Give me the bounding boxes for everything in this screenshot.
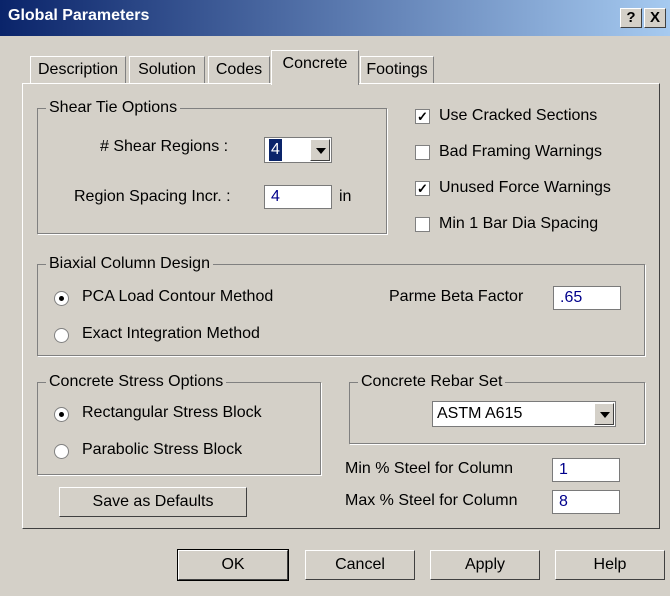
shear-tie-group: Shear Tie Options # Shear Regions : 4 Re… — [37, 99, 387, 234]
max-steel-label: Max % Steel for Column — [345, 492, 518, 509]
ok-button[interactable]: OK — [177, 549, 289, 581]
shear-tie-legend: Shear Tie Options — [46, 99, 181, 117]
unused-force-warnings-checkbox[interactable]: ✓ — [415, 181, 430, 196]
tab-description[interactable]: Description — [30, 56, 126, 83]
tab-solution[interactable]: Solution — [129, 56, 205, 83]
use-cracked-sections-label: Use Cracked Sections — [439, 107, 598, 124]
min-steel-label: Min % Steel for Column — [345, 460, 514, 477]
beta-factor-input[interactable]: .65 — [553, 286, 621, 310]
close-icon[interactable]: X — [644, 8, 666, 28]
pca-method-label: PCA Load Contour Method — [82, 288, 274, 305]
exact-method-radio[interactable] — [54, 328, 69, 343]
min-bar-dia-spacing-label: Min 1 Bar Dia Spacing — [439, 215, 599, 232]
pca-method-radio[interactable] — [54, 291, 69, 306]
shear-regions-select[interactable]: 4 — [264, 137, 332, 163]
shear-regions-label: # Shear Regions : — [100, 138, 229, 155]
tab-codes[interactable]: Codes — [208, 56, 270, 83]
use-cracked-sections-checkbox[interactable]: ✓ — [415, 109, 430, 124]
stress-group: Concrete Stress Options Rectangular Stre… — [37, 373, 321, 475]
chevron-down-icon[interactable] — [594, 403, 614, 425]
concrete-tab-panel: Shear Tie Options # Shear Regions : 4 Re… — [22, 83, 660, 529]
exact-method-label: Exact Integration Method — [82, 325, 260, 342]
rectangular-stress-label: Rectangular Stress Block — [82, 404, 262, 421]
rectangular-stress-radio[interactable] — [54, 407, 69, 422]
bad-framing-warnings-checkbox[interactable] — [415, 145, 430, 160]
save-defaults-button[interactable]: Save as Defaults — [59, 487, 247, 517]
rebar-legend: Concrete Rebar Set — [358, 373, 506, 391]
min-steel-input[interactable]: 1 — [552, 458, 620, 482]
tab-footings[interactable]: Footings — [360, 56, 434, 83]
min-bar-dia-spacing-checkbox[interactable] — [415, 217, 430, 232]
parabolic-stress-radio[interactable] — [54, 444, 69, 459]
region-spacing-label: Region Spacing Incr. : — [74, 188, 231, 205]
help-button[interactable]: Help — [555, 550, 665, 580]
bad-framing-warnings-label: Bad Framing Warnings — [439, 143, 603, 160]
unused-force-warnings-label: Unused Force Warnings — [439, 179, 611, 196]
region-spacing-input[interactable]: 4 — [264, 185, 332, 209]
biaxial-legend: Biaxial Column Design — [46, 255, 213, 273]
window-title: Global Parameters — [8, 7, 150, 24]
rebar-group: Concrete Rebar Set ASTM A615 — [349, 373, 645, 444]
region-spacing-unit: in — [339, 188, 352, 205]
cancel-button[interactable]: Cancel — [305, 550, 415, 580]
rebar-set-value: ASTM A615 — [437, 405, 523, 422]
shear-regions-value: 4 — [269, 139, 282, 161]
help-icon[interactable]: ? — [620, 8, 642, 28]
beta-factor-label: Parme Beta Factor — [389, 288, 524, 305]
tab-strip: Description Solution Codes Concrete Foot… — [0, 50, 670, 85]
parabolic-stress-label: Parabolic Stress Block — [82, 441, 243, 458]
stress-legend: Concrete Stress Options — [46, 373, 227, 391]
biaxial-group: Biaxial Column Design PCA Load Contour M… — [37, 255, 645, 356]
title-bar: Global Parameters ? X — [0, 0, 670, 36]
chevron-down-icon[interactable] — [310, 139, 330, 161]
apply-button[interactable]: Apply — [430, 550, 540, 580]
tab-concrete[interactable]: Concrete — [271, 50, 359, 85]
rebar-set-select[interactable]: ASTM A615 — [432, 401, 616, 427]
max-steel-input[interactable]: 8 — [552, 490, 620, 514]
